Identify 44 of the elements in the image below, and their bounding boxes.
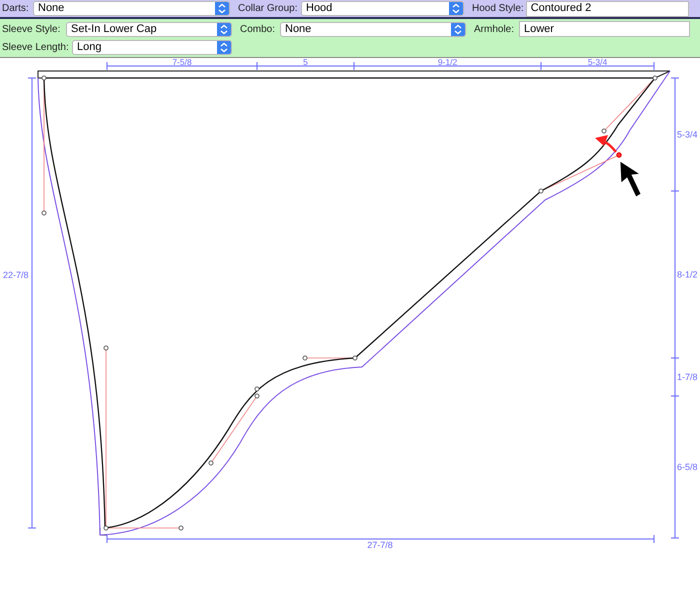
dimension-label: 7-5/8 [172,57,192,67]
field-label: Collar Group: [238,2,298,16]
stepper-arrows-icon [215,2,229,15]
control-point[interactable] [254,394,260,398]
dropdown[interactable]: None [280,22,466,36]
field-label: Combo: [240,22,276,36]
dropdown[interactable]: Set-In Lower Cap [66,22,232,36]
dimension-label: 5-3/4 [677,130,698,140]
dimension-label: 5-3/4 [588,57,608,67]
control-point[interactable] [254,386,260,392]
control-point[interactable] [208,460,214,466]
dimension-label: 6-5/8 [677,462,698,472]
stepper-arrows-icon [449,2,463,15]
control-point[interactable] [352,356,358,360]
dimension-label: 1-7/8 [677,372,698,382]
control-point[interactable] [42,210,46,216]
field-label: Darts: [2,2,30,16]
field-label: Hood Style: [472,2,525,16]
control-point[interactable] [602,128,606,134]
dimension-label: 8-1/2 [677,270,698,280]
cursor-icon [620,160,642,198]
stepper-arrows-icon [217,22,231,36]
text-field[interactable]: Lower [519,21,690,37]
control-point[interactable] [652,76,658,80]
dropdown[interactable]: Hood [301,1,464,16]
field-label: Armhole: [474,22,516,36]
stepper-arrows-icon [451,22,465,36]
control-point[interactable] [104,346,108,350]
dimension-label: 5 [303,57,308,67]
field-label: Sleeve Length: [2,41,70,55]
control-point[interactable] [302,356,308,360]
dimension-label: 27-7/8 [367,540,393,550]
control-point[interactable] [104,526,108,530]
dimension-label: 9-1/2 [438,57,458,67]
control-point[interactable] [178,526,184,530]
direction-arrow [595,135,617,153]
stepper-arrows-icon [217,41,231,54]
dropdown[interactable]: Long [72,40,232,55]
dimension-label: 22-7/8 [3,270,29,280]
text-field[interactable]: Contoured 2 [526,0,689,16]
field-label: Sleeve Style: [2,22,62,36]
control-point[interactable] [538,188,544,194]
dropdown[interactable]: None [33,1,230,16]
control-point[interactable] [42,76,46,80]
